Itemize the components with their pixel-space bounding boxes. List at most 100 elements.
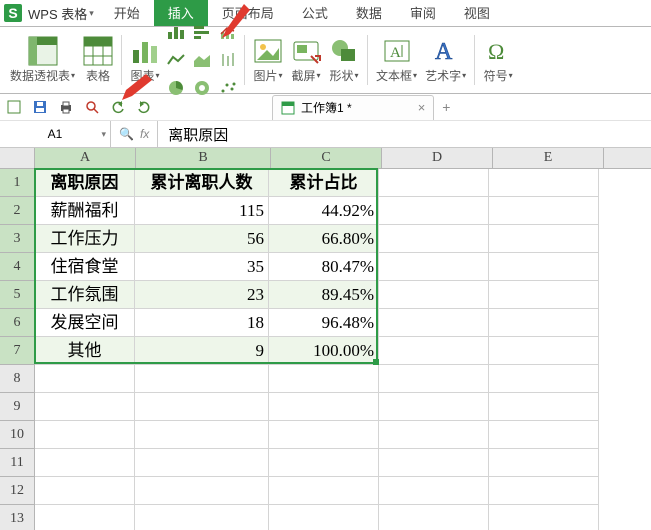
col-header-e[interactable]: E bbox=[493, 148, 604, 168]
cell[interactable] bbox=[379, 253, 489, 281]
name-box[interactable]: A1 ▾ bbox=[0, 121, 111, 147]
cell[interactable] bbox=[135, 505, 269, 530]
row-header[interactable]: 10 bbox=[0, 421, 35, 449]
tab-view[interactable]: 视图 bbox=[450, 0, 504, 26]
cell[interactable] bbox=[379, 505, 489, 530]
col-header-c[interactable]: C bbox=[271, 148, 382, 168]
print-icon[interactable] bbox=[58, 99, 74, 115]
combo-chart-icon[interactable] bbox=[217, 21, 239, 43]
tab-start[interactable]: 开始 bbox=[100, 0, 154, 26]
area-chart-icon[interactable] bbox=[191, 49, 213, 71]
cell[interactable]: 56 bbox=[135, 225, 269, 253]
row-header[interactable]: 6 bbox=[0, 309, 35, 337]
picture-button[interactable]: 图片▾ bbox=[249, 28, 287, 92]
undo-icon[interactable] bbox=[110, 99, 126, 115]
cell[interactable] bbox=[135, 421, 269, 449]
new-icon[interactable] bbox=[6, 99, 22, 115]
cell[interactable]: 离职原因 bbox=[35, 169, 135, 197]
shapes-button[interactable]: 形状▾ bbox=[325, 28, 363, 92]
cell[interactable] bbox=[379, 225, 489, 253]
cell[interactable] bbox=[379, 421, 489, 449]
brand-dropdown-icon[interactable]: ▾ bbox=[89, 8, 94, 19]
row-header[interactable]: 9 bbox=[0, 393, 35, 421]
cell[interactable]: 35 bbox=[135, 253, 269, 281]
table-button[interactable]: 表格 bbox=[79, 28, 117, 92]
cell[interactable] bbox=[489, 309, 599, 337]
row-header[interactable]: 8 bbox=[0, 365, 35, 393]
cell[interactable] bbox=[269, 505, 379, 530]
cell[interactable] bbox=[135, 393, 269, 421]
pivot-table-button[interactable]: 数据透视表▾ bbox=[6, 28, 79, 92]
cell[interactable] bbox=[379, 337, 489, 365]
cell[interactable]: 住宿食堂 bbox=[35, 253, 135, 281]
cell[interactable] bbox=[489, 505, 599, 530]
cell[interactable] bbox=[489, 225, 599, 253]
formula-input[interactable]: 离职原因 bbox=[158, 121, 651, 147]
cell[interactable] bbox=[379, 393, 489, 421]
document-tab[interactable]: 工作簿1 * × bbox=[272, 95, 434, 120]
row-header[interactable]: 2 bbox=[0, 197, 35, 225]
cell[interactable] bbox=[489, 365, 599, 393]
fx-search-icon[interactable]: 🔍 bbox=[119, 127, 134, 141]
cell[interactable] bbox=[379, 449, 489, 477]
row-header[interactable]: 7 bbox=[0, 337, 35, 365]
cell[interactable]: 工作压力 bbox=[35, 225, 135, 253]
cell[interactable]: 100.00% bbox=[269, 337, 379, 365]
cell[interactable] bbox=[379, 365, 489, 393]
cell[interactable] bbox=[135, 365, 269, 393]
cell[interactable]: 薪酬福利 bbox=[35, 197, 135, 225]
cell[interactable] bbox=[269, 449, 379, 477]
tab-formula[interactable]: 公式 bbox=[288, 0, 342, 26]
spreadsheet-grid[interactable]: A B C D E 1离职原因累计离职人数累计占比2薪酬福利11544.92%3… bbox=[0, 148, 651, 530]
cell[interactable] bbox=[489, 421, 599, 449]
bar-chart-icon[interactable] bbox=[165, 21, 187, 43]
textbox-button[interactable]: A 文本框▾ bbox=[372, 28, 421, 92]
symbol-button[interactable]: Ω 符号▾ bbox=[479, 28, 517, 92]
cell[interactable] bbox=[269, 393, 379, 421]
chevron-down-icon[interactable]: ▾ bbox=[101, 129, 106, 140]
cell[interactable]: 96.48% bbox=[269, 309, 379, 337]
fx-label-icon[interactable]: fx bbox=[140, 127, 149, 141]
row-header[interactable]: 1 bbox=[0, 169, 35, 197]
row-header[interactable]: 12 bbox=[0, 477, 35, 505]
stock-chart-icon[interactable] bbox=[217, 49, 239, 71]
cell[interactable]: 其他 bbox=[35, 337, 135, 365]
row-header[interactable]: 13 bbox=[0, 505, 35, 530]
cell[interactable] bbox=[489, 393, 599, 421]
print-preview-icon[interactable] bbox=[84, 99, 100, 115]
cell[interactable]: 18 bbox=[135, 309, 269, 337]
tab-data[interactable]: 数据 bbox=[342, 0, 396, 26]
cell[interactable]: 89.45% bbox=[269, 281, 379, 309]
cell[interactable]: 23 bbox=[135, 281, 269, 309]
cell[interactable]: 工作氛围 bbox=[35, 281, 135, 309]
cell[interactable] bbox=[135, 477, 269, 505]
cell[interactable] bbox=[489, 253, 599, 281]
cell[interactable]: 累计离职人数 bbox=[135, 169, 269, 197]
chart-button[interactable]: 图表▾ bbox=[126, 28, 164, 92]
app-brand[interactable]: S WPS 表格 ▾ bbox=[0, 0, 100, 26]
cell[interactable] bbox=[35, 365, 135, 393]
save-icon[interactable] bbox=[32, 99, 48, 115]
redo-icon[interactable] bbox=[136, 99, 152, 115]
add-tab-icon[interactable]: + bbox=[442, 99, 450, 115]
row-header[interactable]: 5 bbox=[0, 281, 35, 309]
cell[interactable] bbox=[35, 477, 135, 505]
cell[interactable] bbox=[269, 365, 379, 393]
col-header-b[interactable]: B bbox=[136, 148, 271, 168]
cell[interactable]: 发展空间 bbox=[35, 309, 135, 337]
cell[interactable] bbox=[379, 309, 489, 337]
row-header[interactable]: 11 bbox=[0, 449, 35, 477]
col-header-d[interactable]: D bbox=[382, 148, 493, 168]
cell[interactable] bbox=[489, 169, 599, 197]
hbar-chart-icon[interactable] bbox=[191, 21, 213, 43]
cell[interactable] bbox=[269, 421, 379, 449]
pie-chart-icon[interactable] bbox=[165, 77, 187, 99]
cell[interactable]: 66.80% bbox=[269, 225, 379, 253]
cell[interactable]: 44.92% bbox=[269, 197, 379, 225]
row-header[interactable]: 4 bbox=[0, 253, 35, 281]
cell[interactable] bbox=[379, 197, 489, 225]
row-header[interactable]: 3 bbox=[0, 225, 35, 253]
cell[interactable] bbox=[489, 337, 599, 365]
cell[interactable]: 累计占比 bbox=[269, 169, 379, 197]
cell[interactable] bbox=[489, 281, 599, 309]
